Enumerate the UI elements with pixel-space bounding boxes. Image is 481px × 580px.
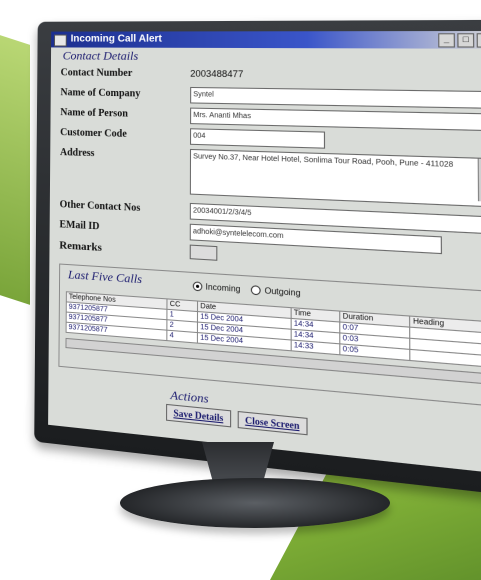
person-label: Name of Person bbox=[60, 107, 128, 120]
incoming-radio[interactable]: Incoming bbox=[192, 281, 241, 294]
incoming-label: Incoming bbox=[205, 282, 241, 294]
monitor-bezel: Incoming Call Alert _ □ x Contact Detail… bbox=[34, 19, 481, 497]
contact-details-heading: Contact Details bbox=[62, 48, 139, 63]
other-contact-label: Other Contact Nos bbox=[59, 199, 141, 215]
call-direction-group: Incoming Outgoing bbox=[192, 281, 301, 299]
address-row: Address Survey No.37, Near Hotel Hotel, … bbox=[59, 145, 481, 208]
app-window: Incoming Call Alert _ □ x Contact Detail… bbox=[48, 30, 481, 474]
save-details-button[interactable]: Save Details bbox=[166, 403, 231, 428]
person-field[interactable]: Mrs. Ananti Mhas bbox=[190, 107, 481, 132]
email-label: EMail ID bbox=[59, 219, 100, 233]
company-field[interactable]: Syntel bbox=[190, 86, 481, 109]
window-titlebar: Incoming Call Alert _ □ x bbox=[51, 30, 481, 49]
app-icon bbox=[54, 34, 67, 47]
address-field[interactable]: Survey No.37, Near Hotel Hotel, Sonlima … bbox=[189, 148, 481, 208]
remarks-button[interactable] bbox=[189, 244, 218, 261]
cell-cc: 4 bbox=[166, 330, 198, 344]
address-scrollbar[interactable] bbox=[477, 158, 481, 202]
close-screen-button[interactable]: Close Screen bbox=[237, 410, 308, 436]
radio-unselected-icon bbox=[251, 285, 262, 296]
radio-selected-icon bbox=[192, 281, 203, 292]
actions-bar: Save Details Close Screen bbox=[166, 403, 308, 436]
customer-code-label: Customer Code bbox=[60, 127, 127, 140]
monitor-base bbox=[120, 478, 390, 528]
remarks-label: Remarks bbox=[59, 239, 102, 254]
last-calls-heading: Last Five Calls bbox=[67, 267, 143, 287]
contact-number-value: 2003488477 bbox=[190, 68, 244, 80]
window-controls: _ □ x bbox=[438, 33, 481, 48]
outgoing-radio[interactable]: Outgoing bbox=[251, 285, 301, 299]
customer-code-field[interactable]: 004 bbox=[189, 128, 326, 149]
company-label: Name of Company bbox=[60, 87, 141, 100]
address-text: Survey No.37, Near Hotel Hotel, Sonlima … bbox=[193, 153, 454, 170]
outgoing-label: Outgoing bbox=[264, 286, 301, 299]
background-green-strip bbox=[0, 35, 30, 305]
contact-number-label: Contact Number bbox=[60, 67, 133, 80]
maximize-icon[interactable]: □ bbox=[457, 33, 475, 48]
close-icon[interactable]: x bbox=[476, 33, 481, 48]
window-title: Incoming Call Alert bbox=[70, 33, 162, 45]
minimize-icon[interactable]: _ bbox=[438, 33, 455, 48]
address-label: Address bbox=[59, 147, 95, 160]
last-calls-panel: Last Five Calls Incoming Outgoing Teleph… bbox=[58, 263, 481, 407]
